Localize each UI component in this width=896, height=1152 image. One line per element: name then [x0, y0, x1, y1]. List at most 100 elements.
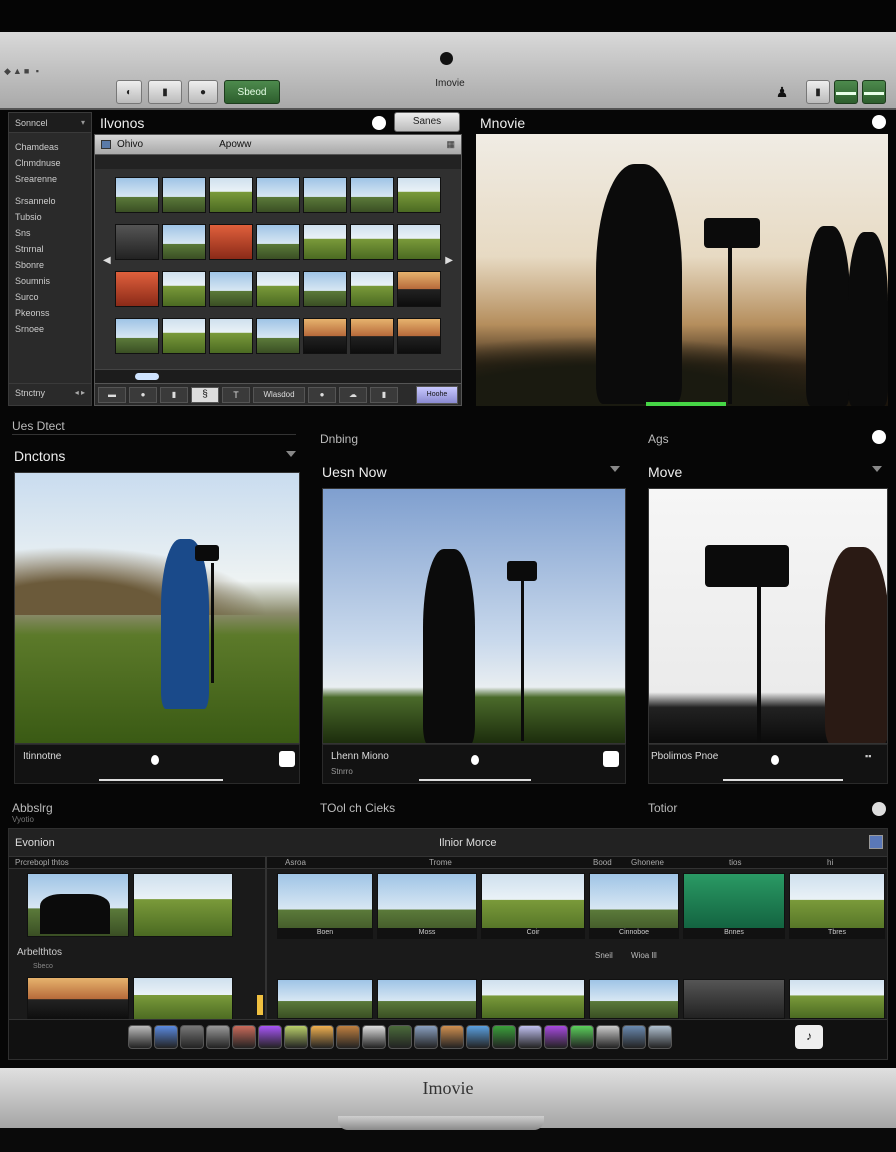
effect-icon[interactable] — [440, 1025, 464, 1049]
browser-thumbnail[interactable] — [350, 224, 394, 260]
sidebar-header[interactable]: Sonncel ▾ — [9, 113, 91, 133]
effect-icon[interactable] — [128, 1025, 152, 1049]
effect-icon[interactable] — [414, 1025, 438, 1049]
timeline-clip-9[interactable] — [481, 979, 585, 1019]
browser-thumbnail[interactable] — [256, 318, 300, 354]
chevron-down-icon[interactable] — [286, 451, 296, 457]
effect-icon[interactable] — [232, 1025, 256, 1049]
toolbar-right-button-3[interactable]: ▬▬ — [862, 80, 886, 104]
library-clip-1[interactable] — [27, 873, 129, 937]
timeline-clip-8[interactable] — [377, 979, 477, 1019]
effect-icon[interactable] — [284, 1025, 308, 1049]
mid-right-toggle-icon[interactable] — [872, 430, 886, 444]
person-icon[interactable]: ♟ — [770, 80, 794, 104]
sidebar-item-2[interactable]: Clnmdnuse — [9, 155, 91, 171]
sidebar-item-1[interactable]: Chamdeas — [9, 139, 91, 155]
effect-icon[interactable] — [388, 1025, 412, 1049]
cloud-icon[interactable]: ☁ — [339, 386, 367, 403]
browser-thumbnail[interactable] — [256, 224, 300, 260]
sidebar-item-4[interactable]: Srsannelo — [9, 193, 91, 209]
effect-icon[interactable] — [180, 1025, 204, 1049]
browser-thumbnail[interactable] — [350, 177, 394, 213]
browser-thumbnail[interactable] — [303, 271, 347, 307]
effect-icon[interactable] — [362, 1025, 386, 1049]
sidebar-item-10[interactable]: Surco — [9, 289, 91, 305]
browser-thumbnail[interactable] — [397, 224, 441, 260]
timeline-clip-6[interactable]: Tbres — [789, 873, 885, 939]
clip-card-2-select[interactable] — [603, 751, 619, 767]
effect-icon[interactable] — [492, 1025, 516, 1049]
sidebar-item-9[interactable]: Soumnis — [9, 273, 91, 289]
effect-icon[interactable] — [336, 1025, 360, 1049]
sidebar-item-12[interactable]: Srnoee — [9, 321, 91, 337]
bottom-right-toggle-icon[interactable] — [872, 802, 886, 816]
browser-thumbnail[interactable] — [397, 177, 441, 213]
effect-icon[interactable] — [544, 1025, 568, 1049]
browser-thumbnail[interactable] — [115, 224, 159, 260]
effect-icon[interactable] — [310, 1025, 334, 1049]
toolbar-right-button-1[interactable]: ▮ — [806, 80, 830, 104]
viewer-preview[interactable] — [476, 134, 888, 406]
sidebar-item-6[interactable]: Sns — [9, 225, 91, 241]
clip-card-1-slider[interactable] — [99, 779, 223, 781]
browser-thumbnail[interactable] — [350, 318, 394, 354]
clip-card-3-more[interactable]: ▪▪ — [865, 751, 871, 761]
browser-tool-3[interactable]: ▮ — [160, 386, 188, 403]
sidebar-item-11[interactable]: Pkeonss — [9, 305, 91, 321]
browser-thumbnail[interactable] — [303, 318, 347, 354]
effect-icon[interactable] — [466, 1025, 490, 1049]
library-clip-2[interactable] — [133, 873, 233, 937]
text-tool-icon[interactable]: T — [222, 386, 250, 403]
browser-thumbnail[interactable] — [115, 318, 159, 354]
effect-icon[interactable] — [622, 1025, 646, 1049]
clip-card-1-knob[interactable] — [151, 755, 159, 765]
effect-icon[interactable] — [206, 1025, 230, 1049]
browser-next-icon[interactable]: ▶ — [445, 255, 453, 266]
browser-scroll-handle[interactable] — [135, 373, 159, 380]
browser-thumbnail[interactable] — [209, 177, 253, 213]
clip-card-1-select[interactable] — [279, 751, 295, 767]
browser-tool-5[interactable]: ▮ — [370, 386, 398, 403]
browser-thumbnail[interactable] — [115, 177, 159, 213]
clip-card-1[interactable] — [14, 472, 300, 744]
library-clip-4[interactable] — [133, 977, 233, 1021]
toolbar-right-button-2[interactable]: ▬▬ — [834, 80, 858, 104]
music-icon[interactable]: § — [191, 386, 219, 403]
browser-thumbnail[interactable] — [209, 271, 253, 307]
window-controls[interactable]: ◆▲■ ▪ — [4, 66, 41, 77]
browser-thumbnail[interactable] — [115, 271, 159, 307]
browser-thumbnail[interactable] — [162, 177, 206, 213]
timeline-action-button[interactable]: ♪ — [795, 1025, 823, 1049]
sidebar-item-5[interactable]: Tubsio — [9, 209, 91, 225]
sidebar-item-8[interactable]: Sbonre — [9, 257, 91, 273]
browser-bottom-right-button[interactable]: Hoohe — [416, 385, 458, 404]
effect-icon[interactable] — [570, 1025, 594, 1049]
timeline-clip-5[interactable]: Bnnes — [683, 873, 785, 939]
browser-thumbnail[interactable] — [256, 177, 300, 213]
timeline-clip-7[interactable] — [277, 979, 373, 1019]
clip-card-2-knob[interactable] — [471, 755, 479, 765]
browser-thumbnail[interactable] — [162, 271, 206, 307]
browser-tool-4[interactable]: ● — [308, 386, 336, 403]
sidebar-footer-controls[interactable]: ◂ ▸ — [75, 388, 85, 397]
effect-icon[interactable] — [518, 1025, 542, 1049]
toolbar-button-1[interactable]: ◐ — [116, 80, 142, 104]
browser-thumbnail[interactable] — [397, 271, 441, 307]
chevron-down-icon[interactable] — [610, 466, 620, 472]
library-clip-3[interactable] — [27, 977, 129, 1021]
browser-thumbnail[interactable] — [303, 177, 347, 213]
chevron-down-icon[interactable] — [872, 466, 882, 472]
timeline-clip-11[interactable] — [683, 979, 785, 1019]
viewer-toggle-icon[interactable] — [872, 115, 886, 129]
timeline-clip-3[interactable]: Coir — [481, 873, 585, 939]
timeline-clip-4[interactable]: Cinnoboe — [589, 873, 679, 939]
clip-card-3-knob[interactable] — [771, 755, 779, 765]
browser-prev-icon[interactable]: ◀ — [103, 255, 111, 266]
browser-toggle-icon[interactable] — [372, 116, 386, 130]
effect-icon[interactable] — [596, 1025, 620, 1049]
timeline-clip-10[interactable] — [589, 979, 679, 1019]
timeline-clip-2[interactable]: Moss — [377, 873, 477, 939]
browser-thumbnail[interactable] — [162, 224, 206, 260]
timeline-settings-icon[interactable] — [869, 835, 883, 849]
toolbar-button-2[interactable]: ▮ — [148, 80, 182, 104]
